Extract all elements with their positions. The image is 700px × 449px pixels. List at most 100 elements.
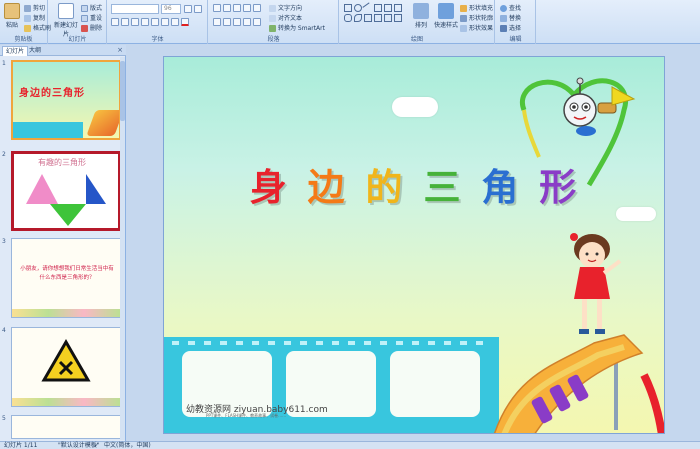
strikethrough-button[interactable] [141, 18, 149, 26]
align-left-button[interactable] [213, 18, 221, 26]
clipboard-group: 粘贴 剪切 复制 格式刷 剪贴板 [0, 0, 51, 44]
quick-styles-icon [438, 3, 454, 19]
shape-gallery-line-icon[interactable] [362, 2, 374, 14]
cut-button[interactable]: 剪切 [24, 3, 45, 12]
slide-thumbnail[interactable] [11, 327, 121, 407]
shape-gallery-callout-icon[interactable] [374, 14, 382, 22]
char-spacing-button[interactable] [161, 18, 169, 26]
paint-bucket-icon [460, 5, 467, 12]
shape-gallery-star-icon[interactable] [394, 4, 402, 12]
warning-sign-graphic [41, 339, 91, 382]
slide-stage: 身 边 的 三 角 形 幼教资源网 ziyuan.baby611.com PPT… [127, 45, 700, 441]
shape-gallery-heart-icon[interactable] [384, 14, 392, 22]
effects-icon [460, 25, 467, 32]
shape-outline-button[interactable]: 形状轮廓 [460, 13, 493, 22]
thumb-film [13, 122, 83, 138]
film-frame-3 [390, 351, 480, 417]
ribbon: 粘贴 剪切 复制 格式刷 剪贴板 新建幻灯片 版式 重设 删除 幻灯片 96 字… [0, 0, 700, 44]
line-spacing-button[interactable] [253, 4, 261, 12]
paragraph-group-label: 段落 [267, 36, 280, 43]
align-center-button[interactable] [223, 18, 231, 26]
change-case-button[interactable] [171, 18, 179, 26]
shadow-button[interactable] [151, 18, 159, 26]
columns-button[interactable] [253, 18, 261, 26]
spellcheck-icon[interactable]: ✓ [94, 442, 99, 449]
smartart-button[interactable]: 转换为 SmartArt [269, 23, 325, 32]
shape-fill-button[interactable]: 形状填充 [460, 3, 493, 12]
paste-button[interactable]: 粘贴 [1, 3, 23, 29]
delete-slide-button[interactable]: 删除 [81, 23, 102, 32]
girl-slide-graphic [493, 233, 664, 433]
bullets-button[interactable] [213, 4, 221, 12]
shrink-font-button[interactable] [194, 5, 202, 13]
shape-gallery-rect-icon[interactable] [344, 4, 352, 12]
slide-number: 3 [2, 238, 6, 245]
current-slide[interactable]: 身 边 的 三 角 形 幼教资源网 ziyuan.baby611.com PPT… [163, 56, 665, 434]
film-strip [164, 337, 499, 433]
editing-group: 查找 替换 选择 编辑 [496, 0, 536, 44]
title-char: 身 [249, 166, 291, 209]
underline-button[interactable] [131, 18, 139, 26]
shape-effects-button[interactable]: 形状效果 [460, 23, 493, 32]
text-direction-button[interactable]: 文字方向 [269, 3, 302, 12]
shape-gallery-rounded-icon[interactable] [344, 14, 352, 22]
replace-button[interactable]: 替换 [500, 13, 521, 22]
slide-thumbnail[interactable]: 小朋友，请你想想我们日常生活当中有什么东西是三角形的？ [11, 238, 121, 318]
film-holes-top [164, 341, 499, 346]
grow-font-button[interactable] [184, 5, 192, 13]
new-slide-icon [58, 3, 74, 19]
reset-icon [81, 15, 88, 22]
font-color-button[interactable] [181, 18, 189, 26]
copy-button[interactable]: 复制 [24, 13, 45, 22]
numbering-button[interactable] [223, 4, 231, 12]
decrease-indent-button[interactable] [233, 4, 241, 12]
slide-title[interactable]: 身 边 的 三 角 形 [164, 157, 664, 211]
slide-thumbnail[interactable]: 身边的三角形 [11, 60, 121, 140]
slide-thumbnail[interactable] [11, 415, 121, 439]
format-painter-button[interactable]: 格式刷 [24, 23, 51, 32]
thumb-slide-graphic [86, 110, 119, 136]
title-char: 形 [539, 166, 581, 209]
shape-gallery-more-icon[interactable] [394, 14, 402, 22]
shape-gallery-brace-icon[interactable] [364, 14, 372, 22]
reset-button[interactable]: 重设 [81, 13, 102, 22]
bold-button[interactable] [111, 18, 119, 26]
close-panel-icon[interactable]: × [117, 46, 123, 54]
slides-group: 新建幻灯片 版式 重设 删除 幻灯片 [49, 0, 107, 44]
font-group-label: 字体 [151, 36, 164, 43]
new-slide-button[interactable]: 新建幻灯片 [53, 3, 79, 38]
title-char: 边 [307, 166, 349, 209]
shape-gallery-arrow-icon[interactable] [374, 4, 382, 12]
align-text-button[interactable]: 对齐文本 [269, 13, 302, 22]
paste-label: 粘贴 [5, 22, 18, 29]
panel-scrollbar-thumb[interactable] [120, 61, 125, 121]
panel-scrollbar[interactable] [120, 57, 125, 440]
delete-icon [81, 25, 88, 32]
shape-gallery-ellipse-icon[interactable] [354, 4, 362, 12]
tab-slides[interactable]: 幻灯片 [2, 46, 29, 56]
slide-number: 4 [2, 327, 6, 334]
watermark-subtext: PPT课件、FLASH课件、教养故事、试卷…… [206, 413, 287, 418]
align-right-button[interactable] [233, 18, 241, 26]
copy-icon [24, 15, 31, 22]
green-triangle [50, 204, 86, 226]
tab-outline[interactable]: 大纲 [26, 46, 44, 56]
font-name-field[interactable] [111, 4, 159, 14]
shape-gallery-curve-icon[interactable] [354, 14, 362, 22]
increase-indent-button[interactable] [243, 4, 251, 12]
slide-thumbnail[interactable]: 有趣的三角形 [11, 151, 121, 231]
title-char: 的 [365, 166, 407, 209]
smartart-icon [269, 25, 276, 32]
slide-number: 5 [2, 415, 6, 422]
find-button[interactable]: 查找 [500, 3, 521, 12]
status-bar: 幻灯片 1/11 "默认设计模板" ✓ 中文(简体，中国) [0, 441, 700, 449]
layout-button[interactable]: 版式 [81, 3, 102, 12]
shape-gallery-triangle-icon[interactable] [384, 4, 392, 12]
italic-button[interactable] [121, 18, 129, 26]
layout-icon [81, 5, 88, 12]
justify-button[interactable] [243, 18, 251, 26]
select-button[interactable]: 选择 [500, 23, 521, 32]
arrange-button[interactable]: 排列 [410, 3, 432, 29]
quick-styles-button[interactable]: 快速样式 [433, 3, 459, 29]
font-size-field[interactable]: 96 [161, 4, 181, 14]
